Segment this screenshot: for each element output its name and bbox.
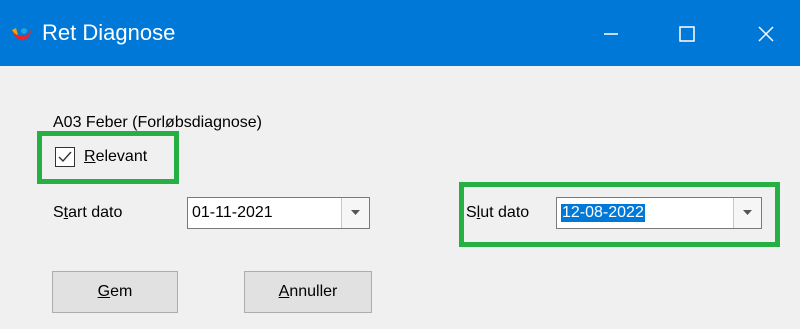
end-date-label: Slut dato [466,204,529,222]
maximize-icon [679,26,695,42]
diagnosis-label: A03 Feber (Forløbsdiagnose) [53,114,262,131]
relevant-checkbox[interactable] [55,147,75,167]
end-date-dropdown-button[interactable] [733,198,761,228]
start-date-value: 01-11-2021 [192,204,273,221]
start-date-combo[interactable]: 01-11-2021 [187,197,370,229]
chevron-down-icon [351,210,360,215]
save-label-rest: em [110,283,133,300]
chevron-down-icon [743,210,752,215]
cancel-button[interactable]: Annuller [244,271,372,313]
cancel-mnemonic: A [278,283,290,300]
minimize-button[interactable] [568,0,654,66]
start-date-label: Start dato [53,204,122,222]
title-bar[interactable]: Ret Diagnose [0,0,800,66]
relevant-label[interactable]: Relevant [84,148,147,166]
maximize-button[interactable] [644,0,730,66]
end-date-combo[interactable]: 12-08-2022 [556,197,762,229]
end-date-label-pre: S [466,204,477,221]
check-icon [58,151,72,163]
relevant-label-rest: elevant [95,148,148,165]
close-icon [758,26,774,42]
cancel-label-rest: nnuller [289,283,338,300]
start-date-label-pre: S [53,204,64,221]
save-button[interactable]: Gem [52,271,178,313]
close-button[interactable] [720,0,800,66]
end-date-label-rest: ut dato [480,204,530,221]
start-date-label-rest: art dato [68,204,123,221]
app-logo-icon [10,22,34,46]
relevant-mnemonic: R [84,148,96,165]
minimize-icon [604,33,618,35]
save-mnemonic: G [97,283,111,300]
end-date-value[interactable]: 12-08-2022 [561,204,645,222]
window-title: Ret Diagnose [42,20,176,45]
start-date-dropdown-button[interactable] [341,198,369,228]
